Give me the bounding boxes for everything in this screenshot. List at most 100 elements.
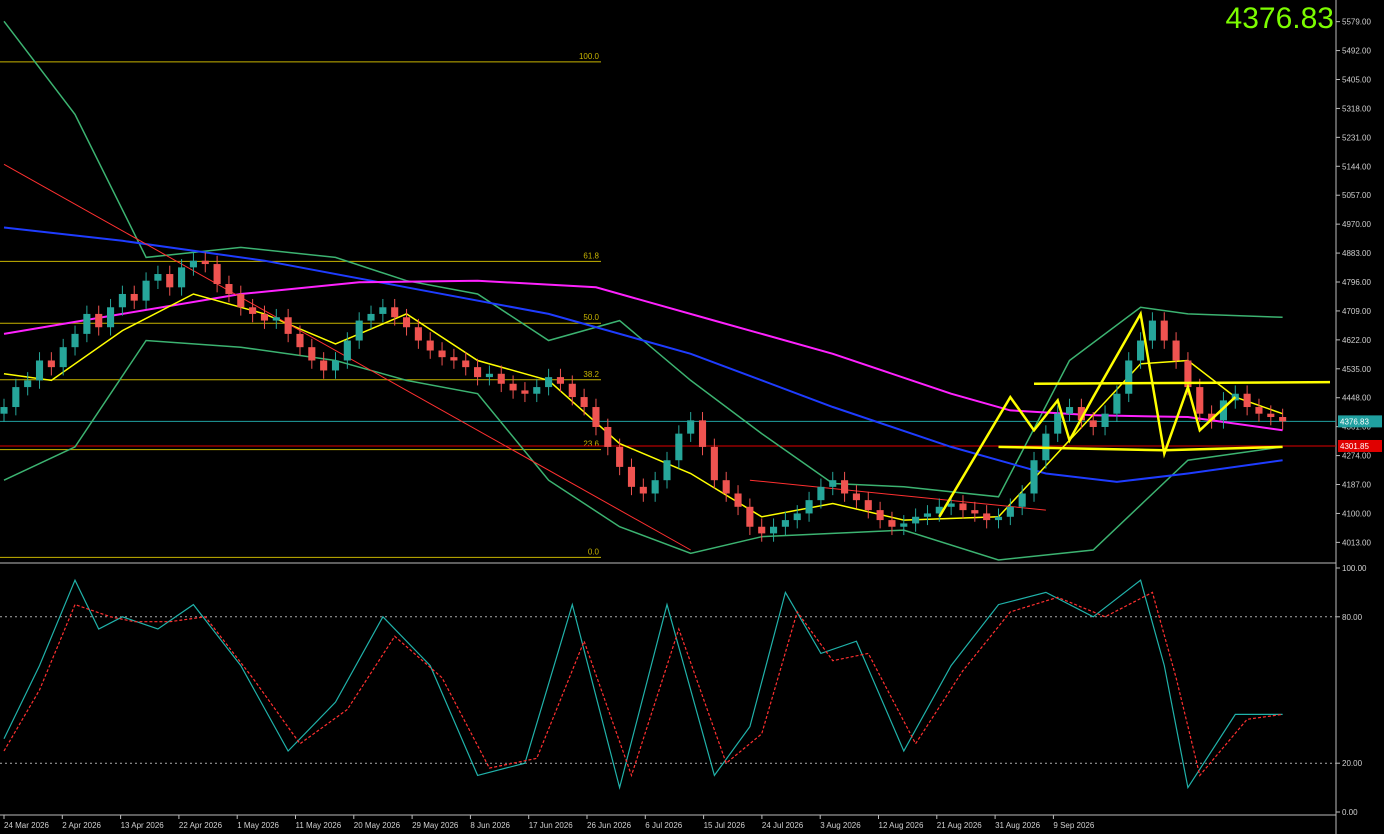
candle-body xyxy=(59,347,67,368)
fib-level-label: 38.2 xyxy=(583,370,599,379)
candle-body xyxy=(876,510,884,521)
candle-body xyxy=(355,320,363,341)
candle-body xyxy=(663,460,671,481)
price-axis-tick-label: 4535.00 xyxy=(1342,365,1371,374)
price-axis-tick-label: 4013.00 xyxy=(1342,538,1371,547)
time-axis-tick-label: 6 Jul 2026 xyxy=(645,821,682,830)
candle-body xyxy=(154,274,162,281)
candle-body xyxy=(47,360,55,368)
candle-body xyxy=(367,313,375,321)
candle-body xyxy=(308,347,316,361)
candle-body xyxy=(450,357,458,361)
candle-body xyxy=(35,360,44,381)
candle-body xyxy=(698,420,707,447)
candle-body xyxy=(1148,320,1156,341)
candle-body xyxy=(1243,393,1251,408)
candle-body xyxy=(971,510,979,514)
candle-body xyxy=(497,373,505,384)
candle-body xyxy=(1006,506,1014,517)
fib-level-label: 23.6 xyxy=(583,440,599,449)
candle-body xyxy=(107,307,115,328)
price-axis-tick-label: 4883.00 xyxy=(1342,249,1371,258)
time-axis-tick-label: 21 Aug 2026 xyxy=(937,821,982,830)
stochastic-line xyxy=(3,591,1283,778)
candle-body xyxy=(722,480,730,494)
candle-body xyxy=(1279,417,1287,422)
candle-body xyxy=(533,387,541,394)
candle-body xyxy=(1160,320,1168,341)
candle-body xyxy=(604,426,612,447)
chart-canvas: 5579.00 5492.00 5405.00 5318.00 5231.00 5144.… xyxy=(0,0,1382,834)
moving-average-line xyxy=(3,279,1283,432)
candle-body xyxy=(959,503,967,511)
candle-body xyxy=(1196,387,1204,414)
candle-body xyxy=(592,407,600,427)
candle-body xyxy=(746,506,754,527)
price-axis-tick-label: 5231.00 xyxy=(1342,133,1371,142)
candle-body xyxy=(1255,407,1263,414)
time-axis-tick-label: 20 May 2026 xyxy=(354,821,401,830)
candle-body xyxy=(426,340,434,351)
time-axis-tick-label: 11 May 2026 xyxy=(296,821,342,830)
candle-body xyxy=(474,367,482,378)
price-axis-tick-label: 4100.00 xyxy=(1342,509,1371,518)
time-axis-tick-label: 8 Jun 2026 xyxy=(470,821,510,830)
stoch-axis-tick-label: 100.00 xyxy=(1342,564,1367,573)
candle-body xyxy=(485,373,493,378)
time-axis-tick-label: 12 Aug 2026 xyxy=(879,821,924,830)
fib-level-label: 100.0 xyxy=(579,52,600,61)
candle-body xyxy=(793,513,801,521)
candle-body xyxy=(189,260,197,268)
candle-body xyxy=(320,360,328,371)
price-axis-tick-label: 5492.00 xyxy=(1342,47,1371,56)
fib-level-label: 50.0 xyxy=(583,313,599,322)
annotation-arrow-line xyxy=(1033,380,1331,386)
time-axis-tick-label: 24 Jul 2026 xyxy=(762,821,804,830)
candle-body xyxy=(343,340,351,361)
candle-body xyxy=(852,493,860,501)
candle-body xyxy=(556,377,564,384)
candle-body xyxy=(249,307,257,314)
candle-body xyxy=(900,523,908,527)
price-axis-tick-label: 4448.00 xyxy=(1342,394,1371,403)
candle-body xyxy=(841,480,849,494)
candle-body xyxy=(12,387,20,408)
candle-body xyxy=(734,493,742,507)
candle-body xyxy=(509,383,517,391)
candle-body xyxy=(758,526,766,534)
candle-body xyxy=(379,307,387,314)
candle-body xyxy=(1065,407,1074,414)
candle-body xyxy=(1030,460,1038,494)
time-axis-tick-label: 9 Sep 2026 xyxy=(1053,821,1094,830)
time-axis-tick-label: 24 Mar 2026 xyxy=(4,821,49,830)
price-axis-tick-label: 4274.00 xyxy=(1342,452,1371,461)
price-axis-tick-label: 5318.00 xyxy=(1342,104,1371,113)
candle-body xyxy=(627,466,636,487)
last-price-display: 4376.83 xyxy=(1225,2,1334,35)
candle-body xyxy=(225,284,233,294)
price-axis-tick-label: 5144.00 xyxy=(1342,162,1371,171)
red-level-tag-label: 4301.85 xyxy=(1340,442,1369,451)
candle-body xyxy=(1125,360,1133,394)
time-axis-tick-label: 1 May 2026 xyxy=(237,821,279,830)
candle-body xyxy=(770,526,778,534)
candle-body xyxy=(580,397,588,408)
candle-body xyxy=(237,293,245,308)
candle-body xyxy=(272,317,280,321)
stoch-axis-tick-label: 80.00 xyxy=(1342,613,1363,622)
candle-body xyxy=(24,380,32,388)
price-axis-tick-label: 5057.00 xyxy=(1342,191,1371,200)
candle-body xyxy=(83,313,91,334)
candle-body xyxy=(710,446,718,481)
time-axis-tick-label: 29 May 2026 xyxy=(412,821,459,830)
candle-body xyxy=(260,313,269,321)
candle-body xyxy=(687,420,695,434)
candle-body xyxy=(651,480,659,494)
trend-line xyxy=(749,479,1046,511)
candle-body xyxy=(616,446,624,467)
candle-body xyxy=(284,317,292,334)
candle-body xyxy=(568,383,576,398)
time-axis-tick-label: 2 Apr 2026 xyxy=(62,821,101,830)
candle-body xyxy=(639,486,647,494)
price-axis-tick-label: 4970.00 xyxy=(1342,220,1371,229)
